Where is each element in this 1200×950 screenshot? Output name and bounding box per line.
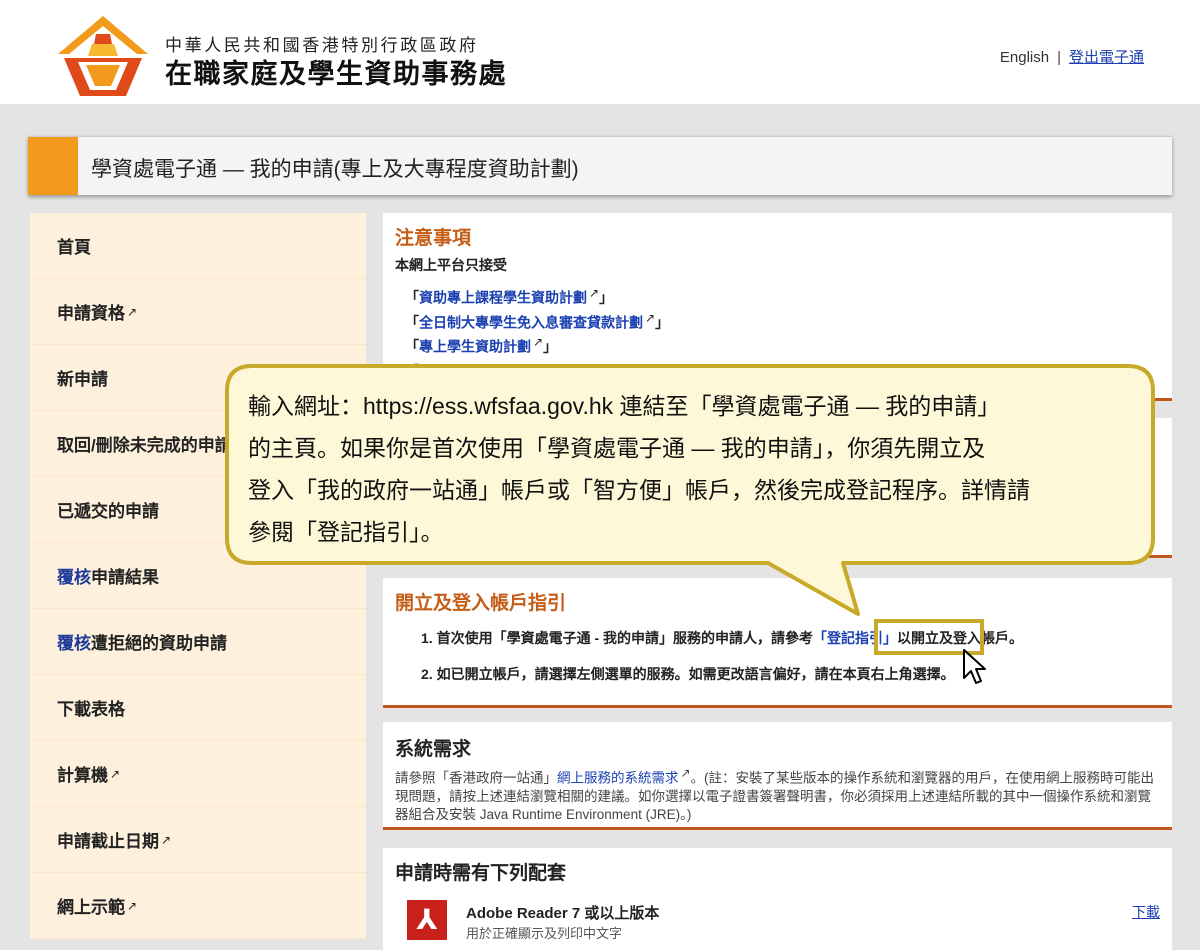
- scheme-link[interactable]: 資助專上課程學生資助計劃: [419, 290, 587, 306]
- notice-intro: 本網上平台只接受: [395, 257, 507, 273]
- sidebar-item-label: 網上示範: [57, 898, 125, 917]
- external-link-icon: ↗: [161, 832, 172, 847]
- sidebar-item-review-rejected[interactable]: 覆核 遭拒絕的資助申請: [30, 609, 366, 675]
- notice-heading: 注意事項: [395, 228, 472, 249]
- guide-step-2: 2. 如已開立帳戶，請選擇左側選單的服務。如需更改語言偏好，請在本頁右上角選擇。: [421, 666, 955, 682]
- list-item: 「資助專上課程學生資助計劃 ↗」: [405, 286, 614, 306]
- external-link-icon: ↗: [127, 304, 138, 319]
- callout-line: 輸入網址：https://ess.wfsfaa.gov.hk 連結至「學資處電子…: [248, 393, 1001, 419]
- sidebar-nav: 首頁 申請資格 ↗ 新申請 取回/刪除未完成的申請 已遞交的申請 覆核 申請結果 覆…: [30, 213, 366, 950]
- top-links: English | 登出電子通: [1000, 46, 1144, 67]
- external-link-icon: ↗: [603, 359, 614, 374]
- scheme-list: 「資助專上課程學生資助計劃 ↗」 「全日制大專學生免入息審查貸款計劃 ↗」 「專上學…: [405, 283, 669, 382]
- site-header: 中華人民共和國香港特別行政區政府 在職家庭及學生資助事務處 English | 登出…: [0, 0, 1200, 104]
- page-title: 學資處電子通 — 我的申請(專上及大專程度資助計劃): [91, 158, 579, 181]
- callout-line: 的主頁。如果你是首次使用「學資處電子通 — 我的申請」，你須先開立及: [248, 435, 986, 461]
- software-heading: 申請時需有下列配套: [395, 863, 567, 884]
- wfsfaa-logo: [58, 16, 148, 96]
- sidebar-item-label: 取回/刪除未完成的申請: [57, 436, 232, 455]
- sidebar-item-label: 計算機: [57, 766, 108, 785]
- scheme-link[interactable]: 專上學生資助計劃: [419, 339, 531, 355]
- software-description: 用於正確顯示及列印中文字: [466, 926, 623, 941]
- sidebar-item-label: 已遞交的申請: [57, 502, 159, 521]
- sidebar-item-label: 申請資格: [57, 304, 125, 323]
- sidebar-item-label: 申請結果: [91, 568, 159, 587]
- sidebar-item-deadlines[interactable]: 申請截止日期 ↗: [30, 807, 366, 873]
- callout-line: 登入「我的政府一站通」帳戶或「智方便」帳戶，然後完成登記程序。詳情請: [248, 477, 1030, 503]
- sidebar-item-eligibility[interactable]: 申請資格 ↗: [30, 279, 366, 345]
- list-item: 「專上學生免入息審查貸款計劃 ↗」: [405, 359, 628, 380]
- software-name: Adobe Reader 7 或以上版本: [466, 905, 660, 922]
- sidebar-item-calculator[interactable]: 計算機 ↗: [30, 741, 366, 807]
- callout-text: 輸入網址：https://ess.wfsfaa.gov.hk 連結至「學資處電子…: [248, 385, 1138, 553]
- title-accent: [28, 137, 78, 195]
- link-separator: |: [1057, 49, 1061, 66]
- mouse-pointer-icon: [963, 649, 986, 684]
- download-link[interactable]: 下載: [1132, 902, 1160, 922]
- sidebar-item-label: 新申請: [57, 370, 108, 389]
- sidebar-item-home[interactable]: 首頁: [30, 213, 366, 279]
- logout-link[interactable]: 登出電子通: [1069, 49, 1144, 66]
- external-link-icon: ↗: [110, 766, 121, 781]
- external-link-icon: ↗: [533, 335, 544, 350]
- external-link-icon: ↗: [680, 766, 691, 780]
- sidebar-item-download-forms[interactable]: 下載表格: [30, 675, 366, 741]
- page-title-bar: 學資處電子通 — 我的申請(專上及大專程度資助計劃): [28, 136, 1172, 195]
- system-requirements-panel: 系統需求 請參照「香港政府一站通」網上服務的系統需求 ↗。(註：安裝了某些版本的操…: [383, 722, 1172, 830]
- external-link-icon: ↗: [127, 898, 138, 913]
- sidebar-item-label: 申請截止日期: [57, 832, 159, 851]
- external-link-icon: ↗: [589, 286, 600, 300]
- system-requirements-heading: 系統需求: [395, 739, 472, 760]
- callout-line: 參閱「登記指引」。: [248, 519, 444, 545]
- adobe-pdf-icon: ⅄: [407, 900, 447, 940]
- external-link-icon: ↗: [645, 310, 656, 325]
- scheme-link[interactable]: 全日制大專學生免入息審查貸款計劃: [419, 314, 643, 330]
- system-requirements-text: 請參照「香港政府一站通」網上服務的系統需求 ↗。(註：安裝了某些版本的操作系統和瀏…: [395, 766, 1155, 822]
- sidebar-item-keyword: 覆核: [57, 568, 91, 587]
- scheme-link[interactable]: 專上學生免入息審查貸款計劃: [419, 364, 601, 380]
- list-item: 「全日制大專學生免入息審查貸款計劃 ↗」: [405, 310, 670, 331]
- system-requirements-link[interactable]: 網上服務的系統需求: [557, 771, 679, 786]
- department-name: 在職家庭及學生資助事務處: [165, 59, 507, 89]
- sidebar-item-label: 首頁: [57, 238, 91, 257]
- sidebar-item-label: 遭拒絕的資助申請: [91, 634, 227, 653]
- sidebar-item-online-demo[interactable]: 網上示範 ↗: [30, 873, 366, 939]
- notice-panel: 注意事項 本網上平台只接受 「資助專上課程學生資助計劃 ↗」 「全日制大專學生免入…: [383, 213, 1172, 401]
- sidebar-item-keyword: 覆核: [57, 634, 91, 653]
- list-item: 「專上學生資助計劃 ↗」: [405, 335, 558, 355]
- software-panel: 申請時需有下列配套 ⅄ Adobe Reader 7 或以上版本 用於正確顯示及…: [383, 848, 1172, 950]
- account-guide-heading: 開立及登入帳戶指引: [395, 593, 567, 614]
- sidebar-item-label: 下載表格: [57, 700, 125, 719]
- account-guide-panel: 開立及登入帳戶指引 1. 首次使用「學資處電子通 - 我的申請」服務的申請人，請…: [383, 578, 1172, 708]
- english-link[interactable]: English: [1000, 49, 1049, 66]
